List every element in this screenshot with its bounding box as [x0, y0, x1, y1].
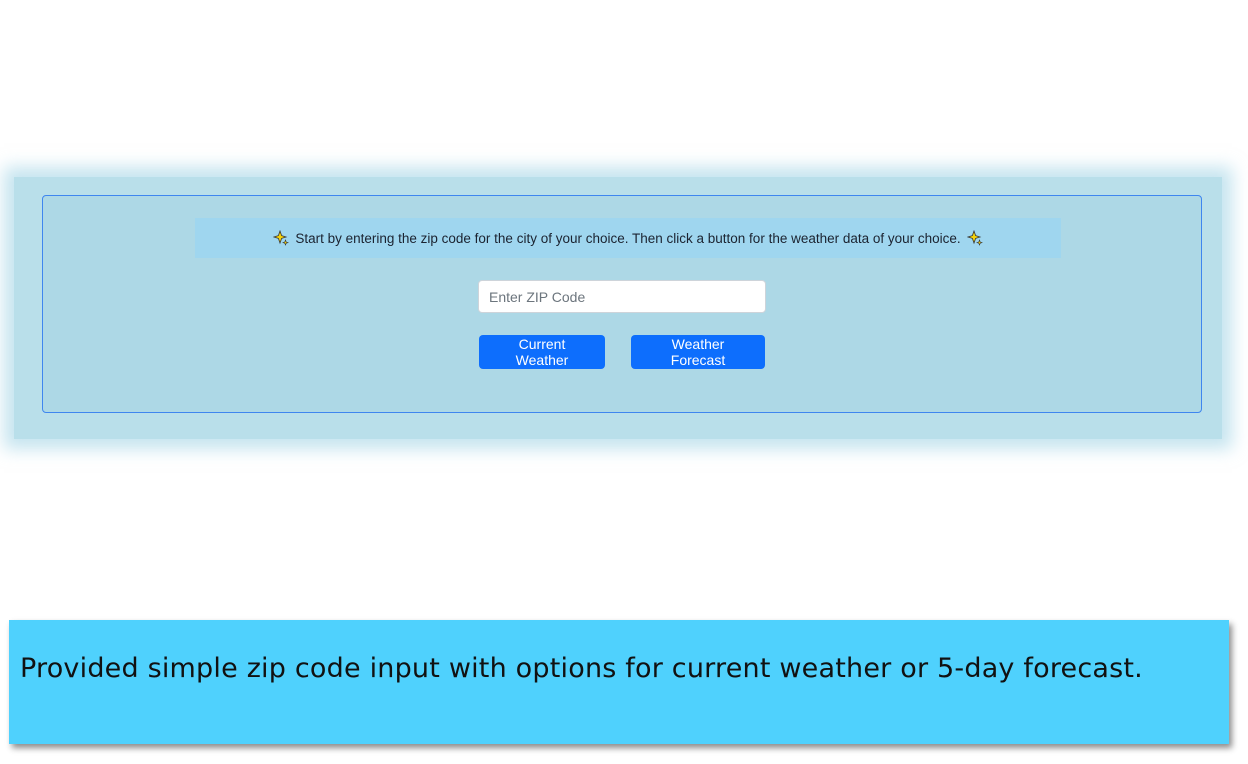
weather-forecast-button[interactable]: Weather Forecast [631, 335, 765, 369]
current-weather-button[interactable]: Current Weather [479, 335, 605, 369]
weather-search-card: Start by entering the zip code for the c… [42, 195, 1202, 413]
caption-text: Provided simple zip code input with opti… [20, 653, 1143, 684]
zip-code-input[interactable] [478, 280, 766, 313]
instruction-text: Start by entering the zip code for the c… [295, 230, 961, 246]
instruction-banner: Start by entering the zip code for the c… [195, 218, 1061, 258]
sparkle-icon [273, 230, 290, 246]
caption-box: Provided simple zip code input with opti… [9, 620, 1229, 744]
sparkle-icon [966, 230, 983, 246]
